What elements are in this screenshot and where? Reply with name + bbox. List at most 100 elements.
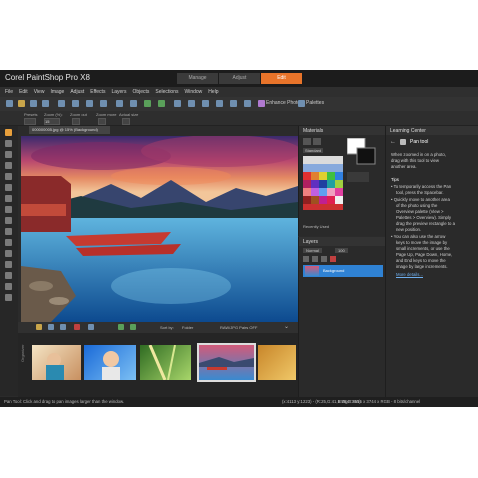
enhance-photo-icon[interactable] (258, 100, 265, 107)
image-canvas[interactable] (21, 136, 298, 322)
dropper-tool-icon[interactable] (5, 162, 12, 169)
rotate-right-icon[interactable] (130, 324, 136, 330)
rotate-left-icon[interactable] (118, 324, 124, 330)
mask-icon[interactable] (312, 256, 318, 262)
rotate-icon[interactable] (116, 100, 123, 107)
group-icon[interactable] (321, 256, 327, 262)
shape-tool-icon[interactable] (5, 272, 12, 279)
document-tab[interactable]: 000000005.jpg @ 15% (Background) (29, 126, 110, 134)
thumbnail-2[interactable] (84, 345, 136, 380)
opacity-input[interactable]: 100 (335, 248, 348, 253)
layer-thumbnail (305, 266, 319, 276)
zoom-out-button[interactable] (72, 118, 80, 125)
crop-tool-icon[interactable] (5, 173, 12, 180)
menu-adjust[interactable]: Adjust (70, 87, 84, 97)
thumbnail-4-selected[interactable] (197, 343, 256, 382)
menu-window[interactable]: Window (185, 87, 203, 97)
frame-icon[interactable] (303, 138, 311, 145)
status-bar: Pan Tool: Click and drag to pan images l… (0, 397, 478, 407)
menu-edit[interactable]: Edit (19, 87, 28, 97)
straighten-tool-icon[interactable] (5, 184, 12, 191)
fill-tool-icon[interactable] (5, 250, 12, 257)
open-folder-icon[interactable] (18, 100, 25, 107)
layer-row-background[interactable]: Background (303, 265, 383, 277)
undo-icon[interactable] (144, 100, 151, 107)
clone-tool-icon[interactable] (5, 217, 12, 224)
zoom-more-button[interactable] (98, 118, 106, 125)
menu-layers[interactable]: Layers (111, 87, 126, 97)
back-arrow-icon[interactable]: ← (390, 139, 396, 145)
foreground-background-swatch[interactable] (347, 138, 377, 198)
raw-jpg-toggle[interactable]: RAW/JPG Pairs OFF (220, 325, 257, 330)
sort-by-label: Sort by: (160, 325, 174, 330)
cut-icon[interactable] (72, 100, 79, 107)
tab-manage[interactable]: Manage (177, 73, 218, 84)
paint-brush-icon[interactable] (5, 228, 12, 235)
layers-title: Layers (303, 239, 319, 245)
tools-toolbar (0, 126, 18, 396)
zoom-out-icon[interactable] (216, 100, 223, 107)
menu-objects[interactable]: Objects (132, 87, 149, 97)
thumb-photo-4 (199, 357, 254, 370)
palettes-icon[interactable] (298, 100, 305, 107)
redo-icon[interactable] (158, 100, 165, 107)
new-layer-icon[interactable] (303, 256, 309, 262)
swatch-set-dropdown[interactable]: Standard (303, 148, 324, 153)
folder-icon[interactable] (36, 324, 42, 330)
learning-center-header: Learning Center (386, 126, 478, 135)
print-icon[interactable] (58, 100, 65, 107)
sort-by-dropdown[interactable]: Folder (182, 325, 193, 330)
save-icon[interactable] (30, 100, 37, 107)
delete-icon[interactable] (74, 324, 80, 330)
menu-selections[interactable]: Selections (155, 87, 178, 97)
full-screen-icon[interactable] (244, 100, 251, 107)
color-swatches[interactable] (303, 156, 343, 216)
crop-icon[interactable] (174, 100, 181, 107)
blend-mode-dropdown[interactable]: Normal (303, 248, 322, 253)
eraser-tool-icon[interactable] (5, 239, 12, 246)
thumbnail-5[interactable] (258, 345, 296, 380)
more-details-link[interactable]: More details... (396, 272, 423, 278)
tab-edit[interactable]: Edit (261, 73, 302, 84)
makeover-tool-icon[interactable] (5, 206, 12, 213)
enhance-photo-label[interactable]: Enhance Photo (266, 100, 300, 106)
materials-palette: Materials Standard Recently Used (298, 126, 385, 236)
menu-view[interactable]: View (34, 87, 45, 97)
thumb-photo-1 (46, 353, 64, 380)
text-tool-icon[interactable] (5, 261, 12, 268)
copy-icon[interactable] (86, 100, 93, 107)
actual-size-button[interactable] (122, 118, 130, 125)
zoom-input[interactable]: 15 (44, 118, 60, 125)
pen-tool-icon[interactable] (5, 283, 12, 290)
thumbnail-3[interactable] (140, 345, 191, 380)
paste-icon[interactable] (100, 100, 107, 107)
delete-layer-icon[interactable] (330, 256, 336, 262)
pan-tool-icon[interactable] (5, 129, 12, 136)
menu-file[interactable]: File (5, 87, 13, 97)
selection-tool-icon[interactable] (5, 151, 12, 158)
pick-tool-icon[interactable] (5, 140, 12, 147)
menu-effects[interactable]: Effects (90, 87, 105, 97)
pan-hand-icon (400, 139, 406, 145)
grid-view-icon[interactable] (88, 324, 94, 330)
tag-icon[interactable] (60, 324, 66, 330)
tab-adjust[interactable]: Adjust (219, 73, 260, 84)
fit-window-icon[interactable] (230, 100, 237, 107)
save-as-icon[interactable] (42, 100, 49, 107)
menu-bar: File Edit View Image Adjust Effects Laye… (0, 87, 478, 97)
menu-image[interactable]: Image (50, 87, 64, 97)
menu-help[interactable]: Help (208, 87, 218, 97)
presets-dropdown[interactable] (24, 118, 36, 125)
zoom-in-icon[interactable] (202, 100, 209, 107)
flip-icon[interactable] (130, 100, 137, 107)
swatch-view-icon[interactable] (313, 138, 321, 145)
list-view-icon[interactable] (48, 324, 54, 330)
palettes-label[interactable]: Palettes (306, 100, 324, 106)
warp-brush-icon[interactable] (5, 294, 12, 301)
new-file-icon[interactable] (6, 100, 13, 107)
red-eye-tool-icon[interactable] (5, 195, 12, 202)
resize-icon[interactable] (188, 100, 195, 107)
collapse-chevron-icon[interactable]: ⌄ (284, 323, 289, 330)
status-image-info: Image: 5616 x 3744 x RGB - 8 bits/channe… (338, 399, 421, 404)
thumbnail-1[interactable] (32, 345, 81, 380)
